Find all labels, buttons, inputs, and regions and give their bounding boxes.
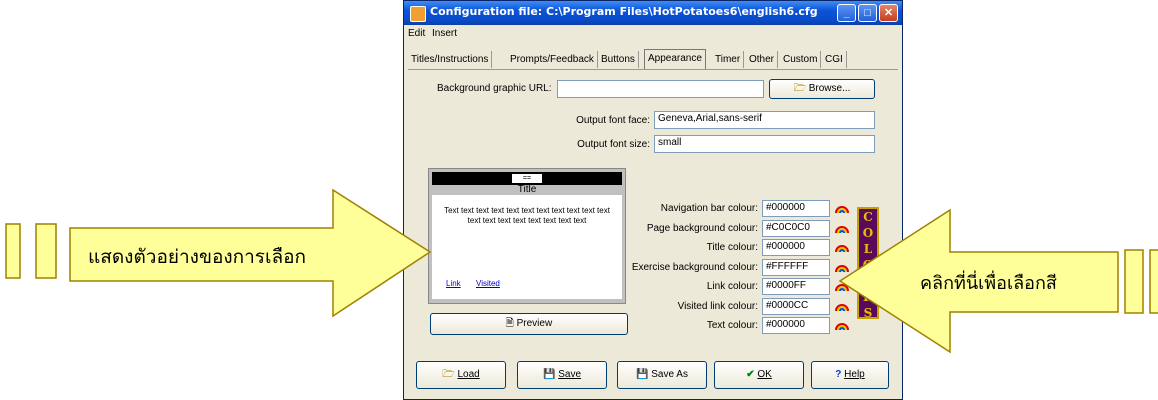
right-bar-1 — [1124, 249, 1144, 314]
left-bar-2 — [35, 223, 57, 279]
annotation-layer — [5, 188, 1158, 354]
right-annotation-text: คลิกที่นี่เพื่อเลือกสี — [920, 273, 1057, 294]
left-bar-1 — [5, 223, 21, 279]
right-bar-2 — [1149, 249, 1158, 314]
left-annotation-text: แสดงตัวอย่างของการเลือก — [88, 246, 307, 268]
